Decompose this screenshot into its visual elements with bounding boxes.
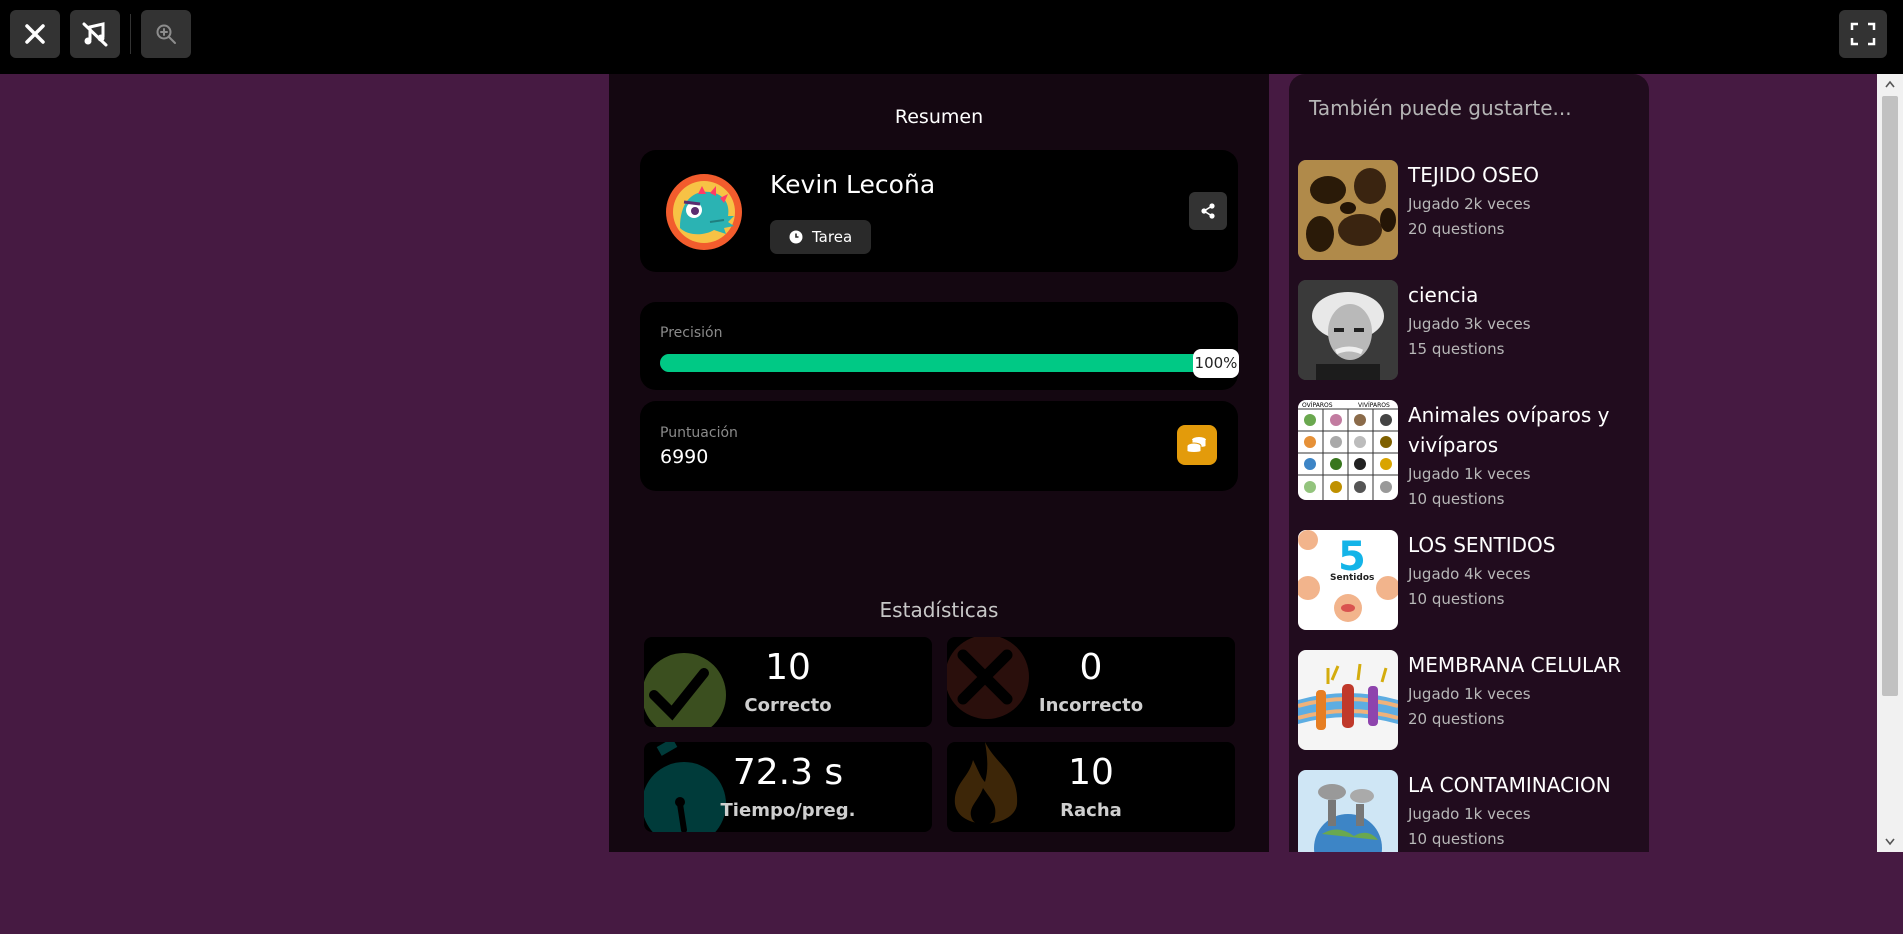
player-name: Kevin Lecoña — [770, 170, 936, 199]
correct-count: 10 — [765, 647, 811, 688]
rec-title: LOS SENTIDOS — [1408, 533, 1556, 557]
zoom-button[interactable] — [141, 10, 191, 58]
rec-plays: Jugado 1k veces — [1408, 465, 1531, 483]
accuracy-card: Precisión 100% — [640, 302, 1239, 390]
rec-thumbnail: OVÍPAROS VIVÍPAROS — [1298, 400, 1398, 500]
scroll-down-button[interactable] — [1877, 832, 1903, 852]
toolbar-divider — [130, 14, 131, 54]
rec-plays: Jugado 1k veces — [1408, 685, 1531, 703]
music-off-icon — [82, 22, 108, 47]
rec-title: MEMBRANA CELULAR — [1408, 653, 1622, 677]
streak-count: 10 — [1068, 752, 1114, 793]
rec-title: Animales ovíparos y vivíparos — [1408, 403, 1610, 457]
thumb-caption: Sentidos — [1330, 573, 1374, 583]
rec-plays: Jugado 2k veces — [1408, 195, 1531, 213]
arrow-down-icon — [1885, 838, 1895, 846]
score-label: Puntuación — [660, 425, 738, 441]
top-toolbar — [0, 0, 1903, 74]
mode-chip: Tarea — [770, 220, 872, 254]
rec-thumbnail — [1298, 160, 1398, 260]
accuracy-bar-fill — [660, 354, 1202, 372]
score-value: 6990 — [660, 446, 709, 468]
scrollbar-thumb[interactable] — [1882, 96, 1898, 696]
stat-streak: 10 Racha — [947, 742, 1235, 832]
rec-thumbnail: 5 Sentidos — [1298, 530, 1398, 630]
rec-questions: 20 questions — [1408, 220, 1505, 238]
rec-plays: Jugado 1k veces — [1408, 805, 1531, 823]
recommendations-title: También puede gustarte... — [1309, 96, 1572, 120]
coins-icon — [1186, 437, 1207, 453]
rec-questions: 20 questions — [1408, 710, 1505, 728]
close-button[interactable] — [10, 10, 60, 58]
accuracy-value: 100% — [1193, 349, 1239, 378]
time-label: Tiempo/preg. — [720, 800, 856, 821]
rec-item-los-sentidos[interactable]: 5 Sentidos LOS SENTIDOS Jugado 4k veces … — [1298, 530, 1643, 632]
rec-questions: 10 questions — [1408, 490, 1505, 508]
share-icon — [1201, 203, 1215, 219]
rec-title: LA CONTAMINACION — [1408, 773, 1611, 797]
mode-label: Tarea — [812, 228, 853, 246]
stat-time: 72.3 s Tiempo/preg. — [644, 742, 932, 832]
rec-thumbnail — [1298, 650, 1398, 750]
recommendations-panel: También puede gustarte... TEJIDO OSEO Ju… — [1289, 74, 1649, 852]
time-per-question: 72.3 s — [732, 752, 844, 793]
score-card: Puntuación 6990 — [640, 401, 1238, 491]
fullscreen-button[interactable] — [1839, 10, 1887, 58]
accuracy-label: Precisión — [660, 325, 723, 341]
rec-item-la-contaminacion[interactable]: LA CONTAMINACION Jugado 1k veces 10 ques… — [1298, 770, 1643, 852]
rec-questions: 10 questions — [1408, 590, 1505, 608]
rec-plays: Jugado 4k veces — [1408, 565, 1531, 583]
rec-title: TEJIDO OSEO — [1408, 163, 1539, 187]
incorrect-count: 0 — [1079, 647, 1103, 688]
rec-item-membrana-celular[interactable]: MEMBRANA CELULAR Jugado 1k veces 20 ques… — [1298, 650, 1643, 752]
rec-item-ciencia[interactable]: ciencia Jugado 3k veces 15 questions — [1298, 280, 1643, 382]
fullscreen-icon — [1850, 22, 1876, 46]
stats-title: Estadísticas — [879, 598, 999, 622]
summary-panel: Resumen Kevin Lecoña Tarea Precisión 100… — [609, 74, 1269, 852]
rec-item-animales[interactable]: OVÍPAROS VIVÍPAROS Animales ovíparos y v… — [1298, 400, 1643, 508]
summary-title: Resumen — [894, 106, 984, 128]
rec-questions: 15 questions — [1408, 340, 1505, 358]
rec-plays: Jugado 3k veces — [1408, 315, 1531, 333]
page-scrollbar[interactable] — [1877, 74, 1903, 852]
incorrect-label: Incorrecto — [1038, 695, 1144, 716]
arrow-up-icon — [1885, 80, 1895, 88]
avatar — [666, 174, 742, 250]
thumb-label-oviparos: OVÍPAROS — [1302, 402, 1333, 409]
rec-questions: 10 questions — [1408, 830, 1505, 848]
correct-label: Correcto — [744, 695, 832, 716]
zoom-in-icon — [156, 24, 176, 44]
accuracy-bar — [660, 354, 1202, 372]
rec-item-tejido-oseo[interactable]: TEJIDO OSEO Jugado 2k veces 20 questions — [1298, 160, 1643, 262]
rec-thumbnail — [1298, 280, 1398, 380]
rec-thumbnail — [1298, 770, 1398, 852]
music-toggle-button[interactable] — [70, 10, 120, 58]
player-card: Kevin Lecoña Tarea — [640, 150, 1238, 272]
coins-button[interactable] — [1177, 425, 1217, 465]
clock-icon — [789, 230, 803, 244]
scroll-up-button[interactable] — [1877, 74, 1903, 94]
close-icon — [25, 24, 45, 44]
stat-incorrect: 0 Incorrecto — [947, 637, 1235, 727]
stat-correct: 10 Correcto — [644, 637, 932, 727]
thumb-label-viviparos: VIVÍPAROS — [1358, 402, 1390, 409]
share-button[interactable] — [1189, 192, 1227, 230]
rec-title: ciencia — [1408, 283, 1479, 307]
streak-label: Racha — [1060, 800, 1122, 821]
